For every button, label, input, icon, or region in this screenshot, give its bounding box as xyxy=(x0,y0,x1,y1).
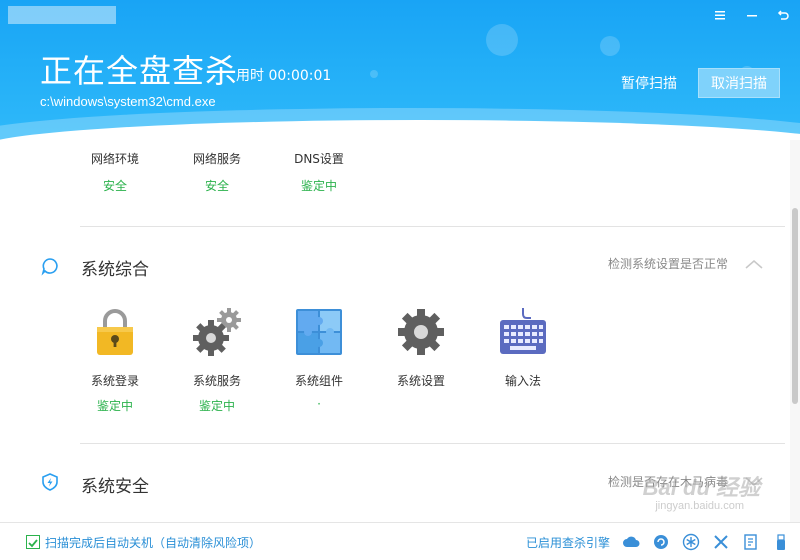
minimize-icon[interactable] xyxy=(743,8,761,26)
elapsed-time: 用时 00:00:01 xyxy=(236,68,332,84)
system-item-ime: 输入法 xyxy=(478,306,568,411)
status-safe: 安全 xyxy=(102,179,127,193)
usb-engine-icon[interactable] xyxy=(772,533,790,551)
scan-results-area[interactable]: 网络环境 安全 网络服务 安全 DNS设置 鉴定中 系统综合 检测系统设置是否正… xyxy=(0,140,790,522)
network-item-dns: DNS设置 鉴定中 xyxy=(274,150,364,194)
auto-shutdown-label[interactable]: 扫描完成后自动关机（自动清除风险项） xyxy=(45,534,261,551)
keyboard-icon xyxy=(500,308,546,354)
shield-icon xyxy=(42,473,58,491)
chevron-down-icon[interactable] xyxy=(744,475,764,487)
status-safe: 安全 xyxy=(204,179,229,193)
status-checking: 鉴定中 xyxy=(198,399,235,413)
scrollbar-thumb[interactable] xyxy=(792,208,798,404)
system-item-services: 系统服务 鉴定中 xyxy=(172,306,262,413)
gear-icon xyxy=(398,309,444,355)
app-title-placeholder xyxy=(8,6,116,24)
system-item-settings: 系统设置 xyxy=(376,306,466,411)
status-checking: 鉴定中 xyxy=(96,399,133,413)
cloud-engine-icon[interactable] xyxy=(622,533,640,551)
pause-scan-button[interactable]: 暂停扫描 xyxy=(614,70,684,98)
checkmark-icon xyxy=(28,539,38,548)
snowflake-engine-icon[interactable] xyxy=(682,533,700,551)
menu-icon[interactable] xyxy=(711,8,729,26)
section-desc-system-security: 检测是否存在木马病毒 xyxy=(607,475,728,489)
system-item-components: 系统组件 · xyxy=(274,306,364,411)
divider xyxy=(80,443,785,444)
divider xyxy=(80,226,785,227)
doc-engine-icon[interactable] xyxy=(742,533,760,551)
section-desc-system-general: 检测系统设置是否正常 xyxy=(607,257,728,271)
status-checking: 鉴定中 xyxy=(300,179,337,193)
padlock-icon xyxy=(97,309,133,355)
tools-engine-icon[interactable] xyxy=(712,533,730,551)
gears-icon xyxy=(193,308,241,356)
section-title-system-security: 系统安全 xyxy=(81,477,149,497)
scan-title: 正在全盘查杀 xyxy=(40,52,239,90)
chat-bubble-icon xyxy=(41,258,58,276)
system-item-login: 系统登录 鉴定中 xyxy=(70,306,160,413)
auto-shutdown-checkbox[interactable] xyxy=(26,535,40,549)
restore-icon[interactable] xyxy=(774,8,792,26)
cancel-scan-button[interactable]: 取消扫描 xyxy=(698,68,780,98)
footer-bar: 扫描完成后自动关机（自动清除风险项） 已启用查杀引擎 xyxy=(0,522,800,560)
engine-status-label: 已启用查杀引擎 xyxy=(526,536,611,550)
chevron-up-icon[interactable] xyxy=(744,258,764,270)
puzzle-icon xyxy=(296,309,342,355)
section-title-system-general: 系统综合 xyxy=(81,260,149,280)
vertical-scrollbar[interactable] xyxy=(790,140,800,522)
current-scan-file: c:\windows\system32\cmd.exe xyxy=(40,94,216,109)
refresh-engine-icon[interactable] xyxy=(652,533,670,551)
scan-header: 正在全盘查杀 用时 00:00:01 c:\windows\system32\c… xyxy=(0,0,800,140)
status-progress: · xyxy=(317,397,321,411)
network-item-env: 网络环境 安全 xyxy=(70,150,160,194)
network-item-service: 网络服务 安全 xyxy=(172,150,262,194)
